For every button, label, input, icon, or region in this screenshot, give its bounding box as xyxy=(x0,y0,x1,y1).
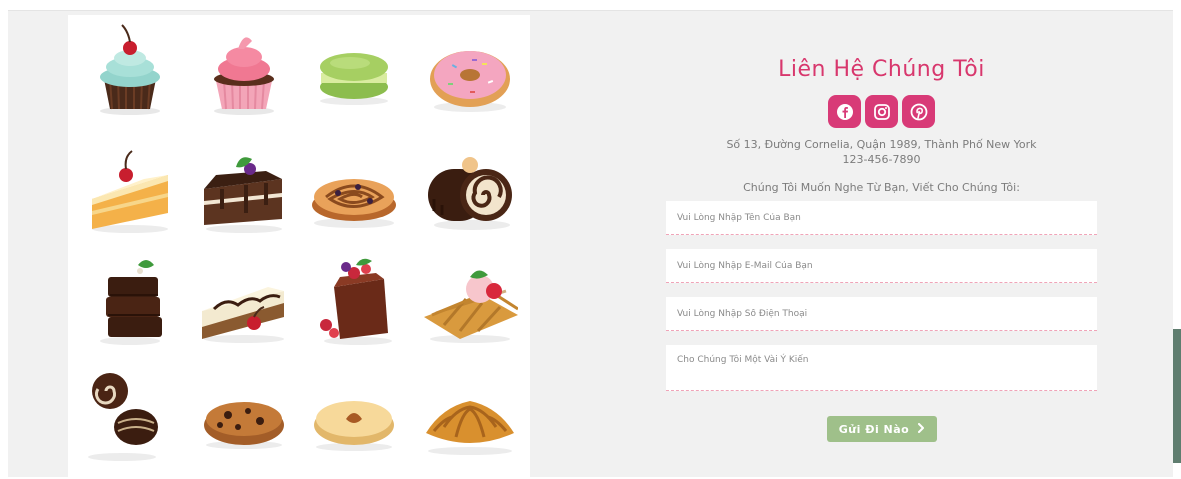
dessert-gallery xyxy=(68,15,530,477)
cake-slice-chocolate-icon xyxy=(196,139,292,235)
social-links xyxy=(828,95,935,129)
pinterest-button[interactable] xyxy=(902,95,935,128)
cheesecake-icon xyxy=(196,251,292,347)
waffle-icon xyxy=(422,251,518,347)
cupcake-cherry-icon xyxy=(82,21,178,117)
cake-slice-cherry-icon xyxy=(82,139,178,235)
instagram-icon xyxy=(873,103,891,121)
macaron-icon xyxy=(306,21,402,117)
page-title: Liên Hệ Chúng Tôi xyxy=(778,57,985,82)
chocolate-candy-icon xyxy=(82,367,178,463)
submit-label: Gửi Đi Nào xyxy=(838,422,910,436)
phone-field[interactable] xyxy=(666,297,1097,331)
name-field[interactable] xyxy=(666,201,1097,235)
phone-text: 123-456-7890 xyxy=(842,153,921,166)
swiss-roll-icon xyxy=(422,139,518,235)
facebook-icon xyxy=(836,103,854,121)
contact-panel: Liên Hệ Chúng Tôi Số 13, Đường Cornelia,… xyxy=(530,15,1173,477)
brownie-icon xyxy=(82,251,178,347)
submit-button[interactable]: Gửi Đi Nào xyxy=(827,416,937,442)
pinterest-icon xyxy=(910,103,928,121)
side-tab[interactable] xyxy=(1173,329,1181,463)
jam-cookie-icon xyxy=(306,367,402,463)
croissant-icon xyxy=(422,367,518,463)
address-text: Số 13, Đường Cornelia, Quận 1989, Thành … xyxy=(726,138,1037,151)
form-prompt: Chúng Tôi Muốn Nghe Từ Bạn, Viết Cho Chú… xyxy=(743,181,1020,194)
cookie-icon xyxy=(196,367,292,463)
instagram-button[interactable] xyxy=(865,95,898,128)
message-field[interactable] xyxy=(666,345,1097,391)
contact-info: Số 13, Đường Cornelia, Quận 1989, Thành … xyxy=(530,137,1181,167)
facebook-button[interactable] xyxy=(828,95,861,128)
cupcake-pink-icon xyxy=(196,21,292,117)
email-field[interactable] xyxy=(666,249,1097,283)
chevron-right-icon xyxy=(917,422,925,436)
berry-cake-icon xyxy=(306,251,402,347)
cinnamon-roll-icon xyxy=(306,139,402,235)
donut-icon xyxy=(422,21,518,117)
